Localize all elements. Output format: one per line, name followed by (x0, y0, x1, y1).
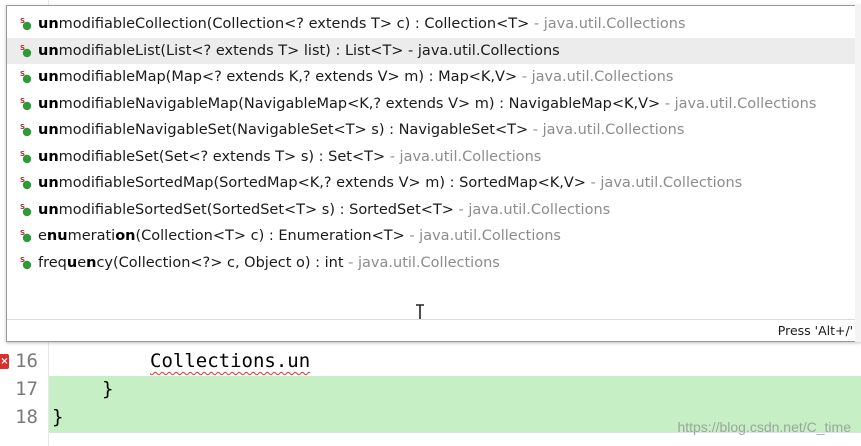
code-line-17[interactable]: 17 } (0, 376, 861, 404)
match-highlight: un (38, 175, 59, 191)
proposal-qualifier: - java.util.Collections (585, 175, 743, 191)
proposal-label: unmodifiableNavigableMap(NavigableMap<K,… (38, 91, 816, 117)
proposal-qualifier: - java.util.Collections (343, 254, 500, 271)
match-highlight: un (38, 122, 59, 138)
proposal-signature: modifiableSet(Set<? extends T> s) : Set<… (58, 148, 386, 165)
proposal-item[interactable]: SunmodifiableNavigableMap(NavigableMap<K… (7, 91, 861, 118)
proposal-text: freq (38, 254, 67, 271)
proposal-qualifier: - java.util.Collections (517, 69, 674, 85)
proposal-text: cy(Collection<?> c, Object o) : int (96, 254, 344, 271)
static-method-icon: S (20, 229, 32, 243)
svg-text:S: S (20, 229, 25, 237)
proposal-qualifier: - java.util.Collections (385, 148, 542, 165)
proposal-signature: modifiableNavigableMap(NavigableMap<K,? … (58, 95, 661, 112)
line-number: 17 (15, 378, 38, 400)
static-method-icon: S (20, 203, 32, 216)
line-number: 16 (15, 350, 38, 372)
static-method-icon: S (20, 44, 32, 57)
line-number: 18 (15, 406, 38, 428)
proposal-item[interactable]: SunmodifiableList(List<? extends T> list… (7, 37, 861, 64)
svg-text:S: S (20, 123, 25, 131)
match-highlight: un (38, 42, 59, 59)
proposal-qualifier: - java.util.Collections (453, 201, 611, 218)
proposal-label: unmodifiableSortedMap(SortedMap<K,? exte… (38, 170, 742, 196)
proposal-text: merati (67, 228, 116, 244)
match-highlight: un (38, 148, 59, 165)
proposal-item[interactable]: Sfrequency(Collection<?> c, Object o) : … (7, 250, 861, 277)
error-squiggle-text[interactable]: Collections.un (150, 350, 310, 372)
proposal-signature: modifiableMap(Map<? extends K,? extends … (58, 69, 518, 85)
proposal-label: unmodifiableNavigableSet(NavigableSet<T>… (38, 117, 684, 143)
proposal-label: unmodifiableMap(Map<? extends K,? extend… (38, 64, 673, 90)
proposal-text: (Collection<T> c) : Enumeration<T> (135, 228, 405, 244)
proposal-item[interactable]: SunmodifiableSortedSet(SortedSet<T> s) :… (7, 197, 861, 224)
proposal-signature: modifiableSortedMap(SortedMap<K,? extend… (58, 175, 586, 191)
proposal-item[interactable]: SunmodifiableSortedMap(SortedMap<K,? ext… (7, 170, 861, 197)
proposal-label: unmodifiableSortedSet(SortedSet<T> s) : … (38, 197, 610, 223)
static-method-icon: S (20, 97, 32, 110)
code-text[interactable]: Collections.un (150, 350, 310, 372)
proposal-text: e (38, 228, 47, 244)
proposal-item[interactable]: SunmodifiableNavigableSet(NavigableSet<T… (7, 117, 861, 144)
popup-status-bar: Press 'Alt+/' t (7, 319, 861, 341)
proposal-label: unmodifiableCollection(Collection<? exte… (38, 11, 686, 37)
proposal-label: frequency(Collection<?> c, Object o) : i… (38, 250, 500, 276)
content-assist-popup[interactable]: SunmodifiableCollection(Collection<? ext… (6, 5, 861, 342)
static-method-icon: S (20, 150, 32, 163)
proposal-signature: modifiableList(List<? extends T> list) :… (58, 42, 560, 59)
proposal-qualifier: - java.util.Collections (529, 16, 686, 32)
static-method-icon: S (20, 256, 32, 269)
proposal-signature: modifiableSortedSet(SortedSet<T> s) : So… (58, 201, 454, 218)
match-highlight: on (115, 228, 136, 244)
svg-text:S: S (20, 203, 25, 211)
svg-text:S: S (20, 17, 25, 25)
static-method-icon: S (20, 123, 32, 137)
proposal-label: enumeration(Collection<T> c) : Enumerati… (38, 223, 561, 249)
match-highlight: un (38, 69, 59, 85)
proposal-list[interactable]: SunmodifiableCollection(Collection<? ext… (7, 11, 861, 276)
proposal-qualifier: - java.util.Collections (660, 95, 817, 112)
match-highlight: un (38, 201, 59, 218)
proposal-item[interactable]: SunmodifiableCollection(Collection<? ext… (7, 11, 861, 38)
code-text[interactable]: } (52, 406, 63, 428)
proposal-qualifier: - java.util.Collections (528, 122, 685, 138)
svg-text:S: S (20, 256, 25, 264)
match-highlight: un (38, 95, 59, 112)
proposal-item[interactable]: SunmodifiableMap(Map<? extends K,? exten… (7, 64, 861, 91)
proposal-signature: modifiableCollection(Collection<? extend… (58, 16, 530, 32)
svg-text:S: S (20, 97, 25, 105)
match-highlight: u (66, 254, 78, 271)
match-highlight: n (86, 254, 97, 271)
static-method-icon: S (20, 17, 32, 31)
svg-text:S: S (20, 176, 25, 184)
code-line-16[interactable]: 16 Collections.un (0, 348, 861, 376)
svg-text:S: S (20, 150, 25, 158)
match-highlight: un (38, 16, 59, 32)
proposal-qualifier: - java.util.Collections (404, 228, 561, 244)
proposal-text: e (77, 254, 87, 271)
proposal-item[interactable]: Senumeration(Collection<T> c) : Enumerat… (7, 223, 861, 250)
proposal-label: unmodifiableSet(Set<? extends T> s) : Se… (38, 144, 541, 170)
match-highlight: nu (46, 228, 68, 244)
watermark: https://blog.csdn.net/C_time (677, 419, 851, 435)
proposal-item[interactable]: SunmodifiableSet(Set<? extends T> s) : S… (7, 144, 861, 171)
proposal-label: unmodifiableList(List<? extends T> list)… (38, 38, 560, 64)
svg-text:S: S (20, 70, 25, 78)
popup-edge (855, 5, 861, 342)
status-hint: Press 'Alt+/' t (777, 323, 861, 338)
svg-text:S: S (20, 44, 25, 52)
static-method-icon: S (20, 176, 32, 190)
static-method-icon: S (20, 70, 32, 84)
proposal-signature: modifiableNavigableSet(NavigableSet<T> s… (58, 122, 529, 138)
code-text[interactable]: } (102, 378, 113, 400)
